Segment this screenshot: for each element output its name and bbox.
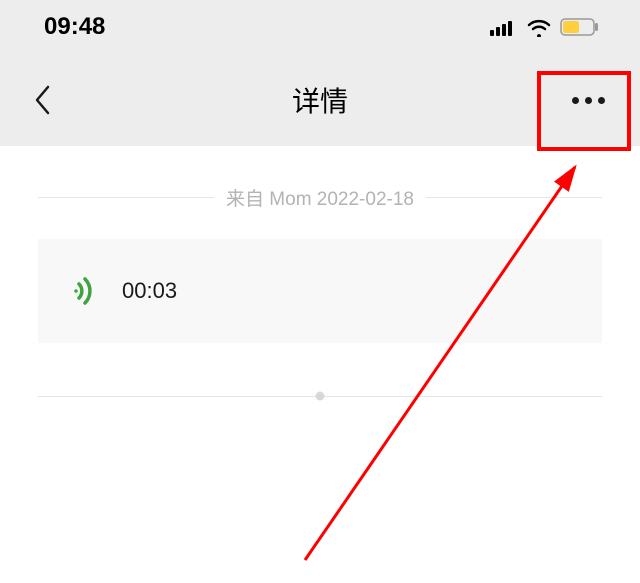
- voice-duration: 00:03: [122, 278, 177, 304]
- status-icons: [490, 17, 600, 37]
- battery-icon: [560, 18, 600, 36]
- divider-line: [426, 197, 602, 198]
- meta-from-label: 来自 Mom 2022-02-18: [226, 184, 414, 211]
- divider-dot-icon: [316, 392, 325, 401]
- content-area: 来自 Mom 2022-02-18 00:03: [0, 146, 640, 401]
- chevron-left-icon: [33, 84, 51, 116]
- divider-line: [38, 197, 214, 198]
- back-button[interactable]: [20, 78, 64, 122]
- voice-message[interactable]: 00:03: [38, 239, 602, 343]
- more-dots-icon: [572, 97, 579, 104]
- section-divider: [38, 391, 602, 401]
- cellular-icon: [490, 18, 518, 36]
- sound-wave-icon: [68, 274, 102, 308]
- nav-bar: 详情: [0, 54, 640, 146]
- status-bar: 09:48: [0, 0, 640, 54]
- wifi-icon: [526, 17, 552, 37]
- meta-row: 来自 Mom 2022-02-18: [38, 184, 602, 211]
- status-time: 09:48: [44, 13, 105, 41]
- page-title: 详情: [0, 80, 640, 120]
- more-button[interactable]: [558, 78, 618, 122]
